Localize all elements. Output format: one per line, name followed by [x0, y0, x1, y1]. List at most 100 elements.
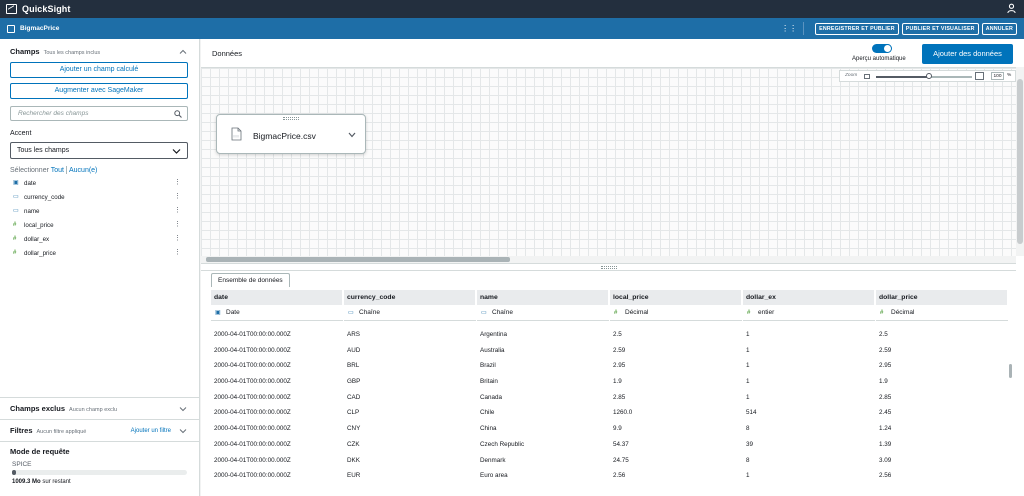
table-cell: 2000-04-01T00:00:00.000Z: [214, 425, 291, 433]
data-preview-table: date ▣ Date 2000-04-01T00:00:00.000Z 2000-04…: [211, 290, 1009, 496]
field-item[interactable]: # dollar_ex ⋮: [13, 235, 185, 245]
zoom-slider-thumb[interactable]: [925, 73, 932, 79]
canvas-horizontal-scrollbar[interactable]: [201, 256, 1016, 263]
more-options-icon[interactable]: ⋮: [174, 179, 181, 186]
add-filter-link[interactable]: Ajouter un filtre: [131, 428, 171, 434]
table-cell: 2.59: [879, 346, 892, 354]
user-icon[interactable]: [1007, 3, 1016, 14]
column-type[interactable]: # Décimal: [610, 305, 742, 321]
accent-label: Accent: [10, 130, 32, 137]
column-type[interactable]: ▭ Chaîne: [477, 305, 609, 321]
chevron-down-icon[interactable]: [348, 132, 356, 138]
search-icon: [174, 110, 182, 118]
chevron-down-icon[interactable]: [179, 405, 187, 413]
zoom-out-icon[interactable]: [864, 74, 870, 79]
number-icon: #: [13, 250, 17, 256]
more-options-icon[interactable]: ⋮: [174, 207, 181, 214]
column-type[interactable]: ▣ Date: [211, 305, 343, 321]
calendar-icon: ▣: [13, 180, 19, 186]
spice-usage-fill: [12, 470, 16, 475]
scrollbar-thumb[interactable]: [1017, 79, 1023, 244]
column-header[interactable]: currency_code: [344, 290, 476, 305]
zoom-control: Zoom 100 %: [839, 70, 1016, 82]
accent-select[interactable]: Tous les champs: [10, 142, 188, 159]
column-header[interactable]: date: [211, 290, 343, 305]
table-vertical-scrollbar[interactable]: [1009, 364, 1012, 378]
table-column: currency_code ▭ Chaîne ARS AUD BRL GBP CAD CLP CN…: [344, 290, 476, 484]
table-cell: 1: [746, 378, 750, 386]
panel-splitter[interactable]: [201, 263, 1016, 271]
quicksight-logo-icon: [6, 4, 17, 14]
field-item[interactable]: ▭ currency_code ⋮: [13, 193, 185, 203]
field-item[interactable]: ▣ date ⋮: [13, 179, 185, 189]
table-cell: 1260.0: [613, 409, 633, 417]
fields-header[interactable]: Champs Tous les champs inclus: [10, 47, 100, 56]
column-header[interactable]: name: [477, 290, 609, 305]
table-column: dollar_price # Décimal 2.5 2.59 2.95 1.9 2.85 2.…: [876, 290, 1008, 484]
field-item[interactable]: # dollar_price ⋮: [13, 249, 185, 259]
zoom-in-icon[interactable]: [975, 72, 984, 80]
excluded-subtitle: Aucun champ exclu: [69, 407, 118, 413]
zoom-value-input[interactable]: 100: [991, 72, 1004, 80]
canvas-vertical-scrollbar[interactable]: [1016, 67, 1024, 256]
field-item[interactable]: # local_price ⋮: [13, 221, 185, 231]
table-cell: 2.59: [613, 346, 626, 354]
auto-preview-toggle[interactable]: [872, 44, 892, 53]
data-title: Données: [212, 49, 243, 58]
select-all-link[interactable]: Tout: [51, 167, 64, 174]
excluded-fields-section[interactable]: Champs exclus Aucun champ exclu: [0, 397, 199, 417]
column-type[interactable]: ▭ Chaîne: [344, 305, 476, 321]
cancel-button[interactable]: ANNULER: [981, 22, 1017, 35]
calendar-icon: ▣: [215, 310, 221, 316]
table-cell: 2.56: [879, 472, 892, 480]
table-cell: Australia: [480, 346, 505, 354]
join-canvas[interactable]: Zoom 100 % BigmacPrice.csv: [201, 67, 1016, 256]
more-options-icon[interactable]: ⋮: [174, 193, 181, 200]
dataset-node[interactable]: BigmacPrice.csv: [216, 114, 366, 154]
column-header[interactable]: dollar_ex: [743, 290, 875, 305]
filters-section[interactable]: Filtres Aucun filtre appliqué Ajouter un …: [0, 419, 199, 439]
sagemaker-button[interactable]: Augmenter avec SageMaker: [10, 83, 188, 99]
spice-usage-bar: [12, 470, 187, 475]
fields-title: Champs: [10, 47, 40, 56]
field-search-input[interactable]: Rechercher des champs: [10, 106, 188, 121]
drag-handle-icon[interactable]: [283, 117, 299, 120]
table-cell: 24.75: [613, 456, 629, 464]
save-publish-button[interactable]: ENREGISTRER ET PUBLIER: [815, 22, 899, 35]
chevron-up-icon[interactable]: [179, 48, 187, 56]
table-cell: 3.09: [879, 456, 892, 464]
column-type-label: Décimal: [625, 309, 649, 316]
table-column: date ▣ Date 2000-04-01T00:00:00.000Z 2000-04…: [211, 290, 343, 484]
column-header[interactable]: local_price: [610, 290, 742, 305]
dataset-name[interactable]: BigmacPrice: [20, 25, 59, 32]
tab-dataset[interactable]: Ensemble de données: [211, 273, 290, 287]
string-icon: ▭: [481, 310, 487, 316]
zoom-slider[interactable]: [876, 76, 972, 78]
more-options-icon[interactable]: ⋮: [174, 221, 181, 228]
chevron-down-icon[interactable]: [179, 427, 187, 435]
more-options-icon[interactable]: ⋮: [174, 235, 181, 242]
settings-icon[interactable]: ⋮⋮: [781, 22, 797, 36]
drag-handle-icon[interactable]: [601, 266, 617, 269]
table-cell: Canada: [480, 393, 503, 401]
column-type[interactable]: # entier: [743, 305, 875, 321]
table-cell: 514: [746, 409, 757, 417]
scrollbar-thumb[interactable]: [206, 257, 510, 262]
table-cell: 2.45: [879, 409, 892, 417]
add-calculated-field-button[interactable]: Ajouter un champ calculé: [10, 62, 188, 78]
table-cell: Brazil: [480, 362, 496, 370]
table-cell: 2000-04-01T00:00:00.000Z: [214, 378, 291, 386]
more-options-icon[interactable]: ⋮: [174, 249, 181, 256]
app-title: QuickSight: [22, 4, 71, 14]
table-cell: BRL: [347, 362, 360, 370]
publish-visualize-button[interactable]: PUBLIER ET VISUALISER: [901, 22, 979, 35]
table-cell: 1: [746, 346, 750, 354]
select-none-link[interactable]: Aucun(e): [69, 167, 97, 174]
table-cell: EUR: [347, 472, 361, 480]
column-type[interactable]: # Décimal: [876, 305, 1008, 321]
field-item[interactable]: ▭ name ⋮: [13, 207, 185, 217]
main-panel: Données Aperçu automatique Ajouter des d…: [201, 39, 1024, 496]
add-data-button[interactable]: Ajouter des données: [922, 44, 1013, 64]
column-header[interactable]: dollar_price: [876, 290, 1008, 305]
filters-title: Filtres: [10, 426, 33, 435]
